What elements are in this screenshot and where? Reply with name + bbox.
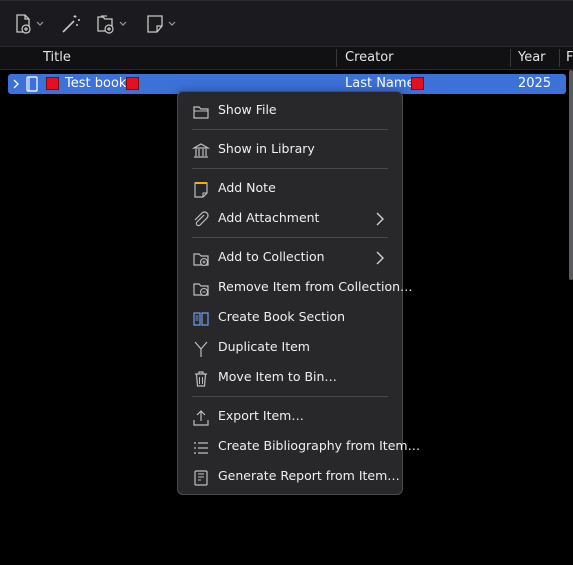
item-creator: Last Name [345, 76, 415, 91]
library-icon [192, 143, 210, 158]
export-icon [193, 410, 209, 426]
column-header-extra[interactable]: F [566, 50, 573, 65]
menu-item-label: Create Bibliography from Item… [218, 438, 421, 453]
menu-item-label: Duplicate Item [218, 339, 310, 354]
column-divider[interactable] [559, 49, 560, 67]
column-divider[interactable] [510, 49, 511, 67]
duplicate-icon [194, 341, 208, 357]
menu-item-label: Move Item to Bin… [218, 369, 337, 384]
note-icon [194, 182, 208, 198]
new-note-button[interactable] [144, 11, 176, 37]
menu-item-label: Generate Report from Item… [218, 468, 400, 483]
items-table-header: Title Creator Year F [0, 46, 573, 70]
item-year: 2025 [518, 76, 552, 91]
menu-separator [192, 237, 388, 238]
report-icon [194, 470, 208, 486]
column-divider[interactable] [336, 49, 337, 67]
new-note-icon [147, 15, 163, 33]
new-item-button[interactable] [12, 11, 44, 37]
chevron-right-icon[interactable] [12, 79, 20, 89]
menu-item-label: Show File [218, 102, 277, 117]
context-menu: Show File Show in Library Add Note Add A… [177, 91, 420, 495]
menu-item-show-in-library[interactable]: Show in Library [178, 136, 402, 164]
color-tag [126, 77, 139, 90]
collection-remove-icon [193, 283, 209, 297]
menu-item-label: Create Book Section [218, 309, 346, 324]
menu-separator [192, 129, 388, 130]
menu-item-remove-from-collection[interactable]: Remove Item from Collection… [178, 274, 413, 302]
menu-item-label: Show in Library [218, 141, 315, 156]
color-tag [46, 77, 59, 90]
book-icon [26, 76, 38, 92]
menu-item-label: Add Attachment [218, 210, 320, 225]
collection-add-icon [193, 253, 209, 267]
chevron-down-icon [36, 21, 44, 26]
menu-item-show-file[interactable]: Show File [178, 97, 402, 125]
menu-item-export-item[interactable]: Export Item… [178, 403, 402, 431]
column-header-creator[interactable]: Creator [345, 50, 394, 65]
menu-item-add-note[interactable]: Add Note [178, 175, 402, 203]
menu-item-label: Remove Item from Collection… [218, 279, 413, 294]
menu-separator [192, 168, 388, 169]
chevron-right-icon [376, 212, 384, 226]
menu-item-create-book-section[interactable]: Create Book Section [178, 304, 402, 332]
menu-item-add-attachment[interactable]: Add Attachment [178, 205, 402, 233]
menu-separator [192, 396, 388, 397]
scrollbar[interactable] [569, 70, 573, 280]
chevron-down-icon [168, 21, 176, 26]
toolbar [0, 0, 573, 46]
menu-item-label: Export Item… [218, 408, 304, 423]
menu-item-create-bibliography[interactable]: Create Bibliography from Item… [178, 433, 420, 461]
trash-icon [195, 371, 207, 387]
chevron-right-icon [376, 251, 384, 265]
menu-item-move-to-bin[interactable]: Move Item to Bin… [178, 364, 402, 392]
menu-item-label: Add Note [218, 180, 276, 195]
menu-item-add-to-collection[interactable]: Add to Collection [178, 244, 402, 272]
column-header-title[interactable]: Title [43, 50, 71, 65]
column-header-year[interactable]: Year [518, 50, 546, 65]
menu-item-label: Add to Collection [218, 249, 325, 264]
paperclip-icon [194, 211, 209, 227]
chevron-down-icon [119, 21, 127, 26]
menu-item-generate-report[interactable]: Generate Report from Item… [178, 463, 402, 491]
new-collection-button[interactable] [95, 11, 127, 37]
bibliography-icon [194, 442, 208, 454]
folder-icon [193, 106, 209, 119]
magic-wand-icon [62, 15, 80, 33]
new-collection-icon [97, 15, 114, 34]
color-tag [411, 77, 424, 90]
book-section-icon [193, 312, 209, 326]
menu-item-duplicate-item[interactable]: Duplicate Item [178, 334, 402, 362]
item-title: Test book [65, 76, 127, 91]
add-by-identifier-button[interactable] [60, 11, 82, 37]
new-item-icon [16, 14, 31, 34]
